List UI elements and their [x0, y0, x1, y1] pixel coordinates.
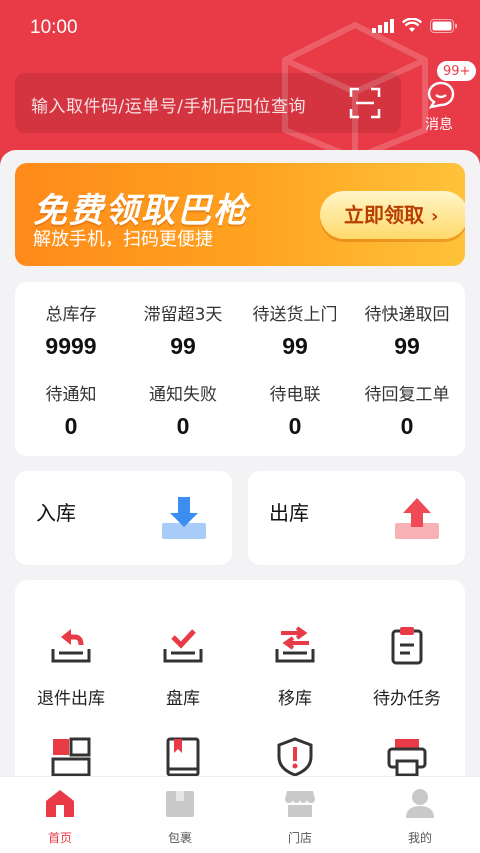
- grid-item-todo[interactable]: 待办任务: [351, 620, 463, 709]
- battery-icon: [430, 18, 457, 33]
- stat-item[interactable]: 通知失败 0: [127, 380, 239, 440]
- transfer-icon: [275, 626, 315, 663]
- stat-value: 9999: [45, 333, 97, 359]
- stat-item[interactable]: 待通知 0: [15, 380, 127, 440]
- tab-label: 首页: [47, 831, 72, 845]
- tab-label: 我的: [407, 831, 432, 845]
- message-badge: 99+: [436, 60, 478, 82]
- search-bar[interactable]: 输入取件码/运单号/手机后四位查询: [15, 73, 401, 133]
- inbound-download-icon: [162, 497, 206, 539]
- inbound-label: 入库: [36, 501, 76, 525]
- grid-item-8[interactable]: [351, 732, 463, 782]
- status-bar: 10:00: [0, 0, 480, 56]
- stat-item[interactable]: 待回复工单 0: [351, 380, 463, 440]
- tab-profile[interactable]: 我的: [380, 787, 460, 846]
- message-button[interactable]: 99+ 消息: [418, 60, 478, 136]
- clipboard-icon: [391, 627, 423, 665]
- stat-item[interactable]: 总库存 9999: [15, 300, 127, 360]
- home-icon: [46, 790, 74, 817]
- tab-label: 包裹: [167, 831, 192, 845]
- signal-icon: [372, 18, 394, 33]
- printer-icon: [387, 739, 427, 777]
- stat-item[interactable]: 待快递取回 99: [351, 300, 463, 360]
- banner-cta-label: 立即领取: [344, 203, 424, 227]
- stat-value: 99: [170, 333, 196, 359]
- shield-alert-icon: [277, 737, 313, 777]
- book-icon: [166, 737, 200, 777]
- outbound-upload-icon: [395, 498, 439, 539]
- search-placeholder: 输入取件码/运单号/手机后四位查询: [31, 97, 306, 117]
- stat-label: 待回复工单: [364, 385, 450, 405]
- stat-value: 0: [64, 413, 78, 439]
- outbound-label: 出库: [269, 501, 309, 525]
- stat-item[interactable]: 待电联 0: [239, 380, 351, 440]
- inbound-card[interactable]: 入库: [15, 471, 232, 565]
- status-time: 10:00: [30, 17, 78, 38]
- stat-label: 总库存: [45, 305, 97, 325]
- grid-item-7[interactable]: [239, 732, 351, 782]
- outbound-card[interactable]: 出库: [248, 471, 465, 565]
- stat-value: 0: [400, 413, 414, 439]
- grid-item-label: 退件出库: [37, 689, 105, 709]
- tab-home[interactable]: 首页: [20, 787, 100, 846]
- tab-label: 门店: [287, 831, 312, 845]
- package-icon: [166, 791, 194, 817]
- grid-item-inventory-check[interactable]: 盘库: [127, 620, 239, 709]
- stat-value: 99: [282, 333, 308, 359]
- stat-label: 通知失败: [149, 385, 217, 405]
- return-out-icon: [51, 629, 91, 663]
- stat-label: 待快递取回: [364, 305, 450, 325]
- grid-item-label: 盘库: [166, 689, 200, 709]
- stats-panel: 总库存 9999 滞留超3天 99 待送货上门 99 待快递取回 99 待通知 …: [15, 282, 465, 456]
- grid-item-return-out[interactable]: 退件出库: [15, 620, 127, 709]
- stat-label: 待送货上门: [252, 305, 338, 325]
- stat-item[interactable]: 滞留超3天 99: [127, 300, 239, 360]
- inventory-check-icon: [163, 629, 203, 663]
- user-icon: [406, 789, 434, 818]
- scan-icon[interactable]: [349, 87, 381, 119]
- function-grid: 退件出库 盘库 移库 待办任务: [15, 580, 465, 800]
- tab-package[interactable]: 包裹: [140, 787, 220, 846]
- banner-subtitle: 解放手机，扫码更便捷: [33, 229, 213, 250]
- grid-item-5[interactable]: [15, 732, 127, 782]
- grid-item-transfer[interactable]: 移库: [239, 620, 351, 709]
- tab-store[interactable]: 门店: [260, 787, 340, 846]
- boxes-icon: [51, 737, 91, 777]
- stat-value: 0: [288, 413, 302, 439]
- message-icon: [427, 81, 455, 109]
- banner-cta-button[interactable]: 立即领取 ›: [320, 191, 465, 239]
- stat-value: 99: [394, 333, 420, 359]
- chevron-right-icon: ›: [430, 206, 439, 227]
- store-icon: [285, 791, 315, 817]
- bottom-tab-bar: 首页 包裹 门店 我的: [0, 776, 480, 853]
- stat-label: 待通知: [45, 385, 97, 405]
- promo-banner[interactable]: 免费领取巴枪 解放手机，扫码更便捷 立即领取 ›: [15, 163, 465, 266]
- stat-item[interactable]: 待送货上门 99: [239, 300, 351, 360]
- stat-value: 0: [176, 413, 190, 439]
- grid-item-6[interactable]: [127, 732, 239, 782]
- grid-item-label: 移库: [278, 689, 312, 709]
- wifi-icon: [402, 18, 422, 32]
- stat-label: 滞留超3天: [143, 305, 223, 325]
- grid-item-label: 待办任务: [373, 689, 441, 709]
- message-label: 消息: [425, 117, 453, 133]
- stat-label: 待电联: [269, 385, 321, 405]
